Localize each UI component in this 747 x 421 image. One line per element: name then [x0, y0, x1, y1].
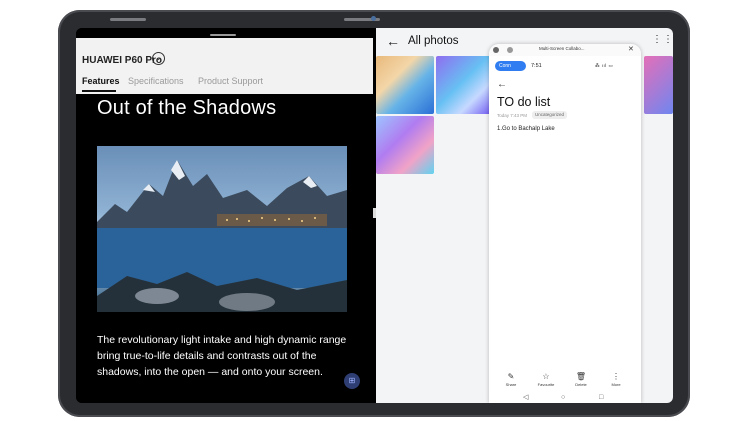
mountain-image [97, 160, 347, 312]
nav-back-icon[interactable]: ◁ [523, 393, 528, 402]
back-arrow-icon[interactable]: ← [497, 79, 507, 90]
tab-product-support[interactable]: Product Support [198, 76, 263, 86]
hero-description: The revolutionary light intake and high … [97, 334, 347, 378]
nav-home-icon[interactable]: ○ [561, 393, 565, 402]
share-button[interactable]: ✎ Share [499, 372, 523, 387]
gallery-title: All photos [408, 35, 459, 47]
note-item[interactable]: 1.Go to Bachalp Lake [497, 126, 555, 132]
grid-icon[interactable]: ⊞ [344, 373, 360, 389]
chevron-down-icon[interactable]: ⌄ [152, 52, 165, 65]
category-badge[interactable]: Uncategorized [532, 111, 568, 119]
delete-button[interactable]: 🗑 Delete [569, 372, 593, 387]
more-label: More [611, 382, 621, 387]
tablet-screen: HUAWEI P60 Pro ⌄ Features Specifications… [76, 28, 673, 403]
favourite-button[interactable]: ☆ Favourite [534, 372, 558, 387]
back-arrow-icon[interactable]: ← [386, 33, 400, 49]
expand-icon[interactable] [493, 47, 499, 53]
site-header: HUAWEI P60 Pro ⌄ Features Specifications… [76, 38, 373, 94]
status-time: 7:51 [531, 63, 542, 69]
hero-photo [97, 146, 347, 312]
status-icons: ⁂ ııl ▭ [595, 63, 614, 68]
hero-title: Out of the Shadows [97, 97, 277, 119]
front-camera [371, 16, 376, 21]
connected-badge[interactable]: Conn [495, 61, 526, 71]
more-icon[interactable]: ⋮⋮ [652, 34, 673, 45]
note-toolbar: ✎ Share ☆ Favourite 🗑 Delete ⋮ More [489, 372, 641, 390]
minimize-icon[interactable] [507, 47, 513, 53]
share-label: Share [505, 382, 517, 387]
phone-nav-bar: ◁ ○ □ [489, 393, 641, 403]
photo-thumbnail[interactable] [376, 56, 434, 114]
tab-specifications[interactable]: Specifications [128, 76, 184, 86]
nav-recent-icon[interactable]: □ [599, 393, 603, 402]
photo-thumbnail[interactable] [376, 116, 434, 174]
active-tab-indicator [82, 90, 116, 92]
volume-button [110, 18, 146, 21]
gallery-pane[interactable]: ← All photos ⋮⋮ Multi-Screen Collabo... … [376, 28, 673, 403]
window-handle[interactable] [210, 34, 236, 36]
phone-collab-window[interactable]: Multi-Screen Collabo... ✕ Conn 7:51 ⁂ ıı… [489, 44, 641, 403]
brand-name[interactable]: HUAWEI P60 Pro [82, 55, 162, 66]
window-title: Multi-Screen Collabo... [539, 46, 585, 51]
close-icon[interactable]: ✕ [628, 46, 634, 53]
photo-thumbnail[interactable] [644, 56, 673, 114]
star-icon: ☆ [542, 372, 550, 381]
website-pane[interactable]: HUAWEI P60 Pro ⌄ Features Specifications… [76, 28, 373, 403]
photo-thumbnail[interactable] [436, 56, 494, 114]
share-icon: ✎ [507, 372, 515, 381]
more-icon: ⋮ [612, 372, 620, 381]
note-title[interactable]: TO do list [497, 95, 550, 109]
favourite-label: Favourite [537, 382, 555, 387]
more-button[interactable]: ⋮ More [604, 372, 628, 387]
note-date: Today 7:43 PM [497, 113, 528, 118]
tab-features[interactable]: Features [82, 76, 120, 86]
delete-label: Delete [575, 382, 587, 387]
trash-icon: 🗑 [575, 372, 587, 381]
